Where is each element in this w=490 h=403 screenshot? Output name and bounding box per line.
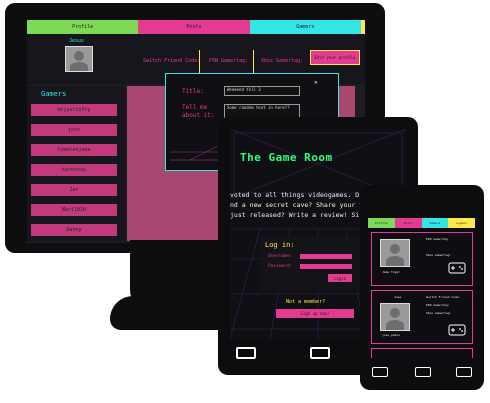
gamepad-icon <box>448 262 466 274</box>
gamer-card[interactable] <box>371 348 473 358</box>
intro-text-line: nd a new secret cave? Share your t <box>230 201 364 209</box>
tab-posts[interactable]: Posts <box>138 20 250 34</box>
modal-tell-label: Tell me about it: <box>182 104 215 119</box>
tab-posts[interactable]: Posts <box>394 218 422 228</box>
gamer-item[interactable]: Mari1010 <box>31 204 117 216</box>
login-title: Log in: <box>265 241 295 249</box>
gamers-panel: Gamers mrjustinfry jots timoteojake karo… <box>27 86 125 241</box>
login-button[interactable]: Login <box>328 274 352 282</box>
password-label: Password: <box>268 264 293 269</box>
avatar <box>380 303 410 331</box>
site-title: The Game Room <box>240 151 333 164</box>
tablet-hardware-button <box>310 347 330 359</box>
gamer-item[interactable]: karostus <box>31 164 117 176</box>
gamer-item[interactable]: Jer <box>31 184 117 196</box>
avatar-body-shape <box>386 256 404 266</box>
card-header-text: Jose <box>394 295 402 299</box>
modal-title-input[interactable]: Weekend Yell 3 <box>224 86 300 96</box>
avatar-head-shape <box>390 308 400 318</box>
avatar <box>380 239 410 267</box>
phone-hardware-button <box>415 367 431 377</box>
tab-yellow-stub <box>360 20 365 34</box>
xbox-gamertag-label: Xbox Gamertag: <box>261 58 304 64</box>
signup-prompt: Not a member? <box>286 299 326 305</box>
signup-button[interactable]: Sign up now! <box>276 309 354 318</box>
gamer-item[interactable]: Danny <box>31 224 117 236</box>
edit-profile-button[interactable]: Edit your profile <box>310 50 360 65</box>
gamer-name: jose_pablo <box>382 333 401 337</box>
gamer-card[interactable]: Jake Tiger PSN Gamertag Xbox Gamertag: <box>371 232 473 286</box>
tab-profile[interactable]: Profile <box>368 218 395 228</box>
modal-title-label: Title: <box>182 88 204 95</box>
password-input[interactable] <box>300 264 352 269</box>
tab-gamers[interactable]: Gamers <box>421 218 449 228</box>
gamer-code: Switch Friend Code: <box>426 295 461 299</box>
username-label: Username: <box>268 254 293 259</box>
psn-gamertag-label: PSN Gamertag: <box>209 58 249 64</box>
intro-text-line: voted to all things videogames. Di <box>230 191 364 199</box>
phone-screen: Profile Posts Gamers Logout Jake Tiger P… <box>368 218 475 358</box>
gamer-code: Xbox Gamertag: <box>426 311 452 315</box>
gamer-code: Xbox Gamertag: <box>426 253 452 257</box>
gamer-card[interactable]: Jose jose_pablo Switch Friend Code: PSN … <box>371 290 473 344</box>
tab-gamers[interactable]: Gamers <box>249 20 361 34</box>
tab-profile[interactable]: Profile <box>27 20 139 34</box>
profile-username: Jesus <box>69 38 85 44</box>
monitor-base <box>110 296 230 330</box>
gamer-item[interactable]: jots <box>31 124 117 136</box>
login-form: Log in: Username: Password: Login <box>260 237 372 291</box>
gamer-item[interactable]: mrjustinfry <box>31 104 117 116</box>
avatar <box>65 46 93 72</box>
phone-hardware-button <box>372 367 388 377</box>
intro-text-line: just released? Write a review! Si <box>230 211 360 219</box>
close-icon[interactable]: ✕ <box>314 79 318 86</box>
gamer-name: Jake Tiger <box>382 270 401 274</box>
phone-tab-bar: Profile Posts Gamers Logout <box>368 218 475 228</box>
gamer-code: PSN Gamertag <box>426 237 448 241</box>
avatar-head-shape <box>390 244 400 254</box>
gamer-code: PSN Gamertag: <box>426 303 450 307</box>
phone-device: Profile Posts Gamers Logout Jake Tiger P… <box>360 185 484 390</box>
signup-section: Not a member? Sign up now! <box>276 299 356 321</box>
gamers-title: Gamers <box>41 90 67 98</box>
tablet-hardware-button <box>236 347 256 359</box>
switch-code-label: Switch Friend Code: <box>143 58 201 64</box>
tab-logout[interactable]: Logout <box>448 218 475 228</box>
avatar-body-shape <box>70 62 88 71</box>
desktop-tab-bar: Profile Posts Gamers <box>27 20 365 34</box>
gamer-item[interactable]: timoteojake <box>31 144 117 156</box>
username-input[interactable] <box>300 254 352 259</box>
phone-hardware-button <box>456 367 472 377</box>
gamepad-icon <box>448 324 466 336</box>
avatar-head-shape <box>74 51 84 61</box>
avatar-body-shape <box>386 320 404 330</box>
